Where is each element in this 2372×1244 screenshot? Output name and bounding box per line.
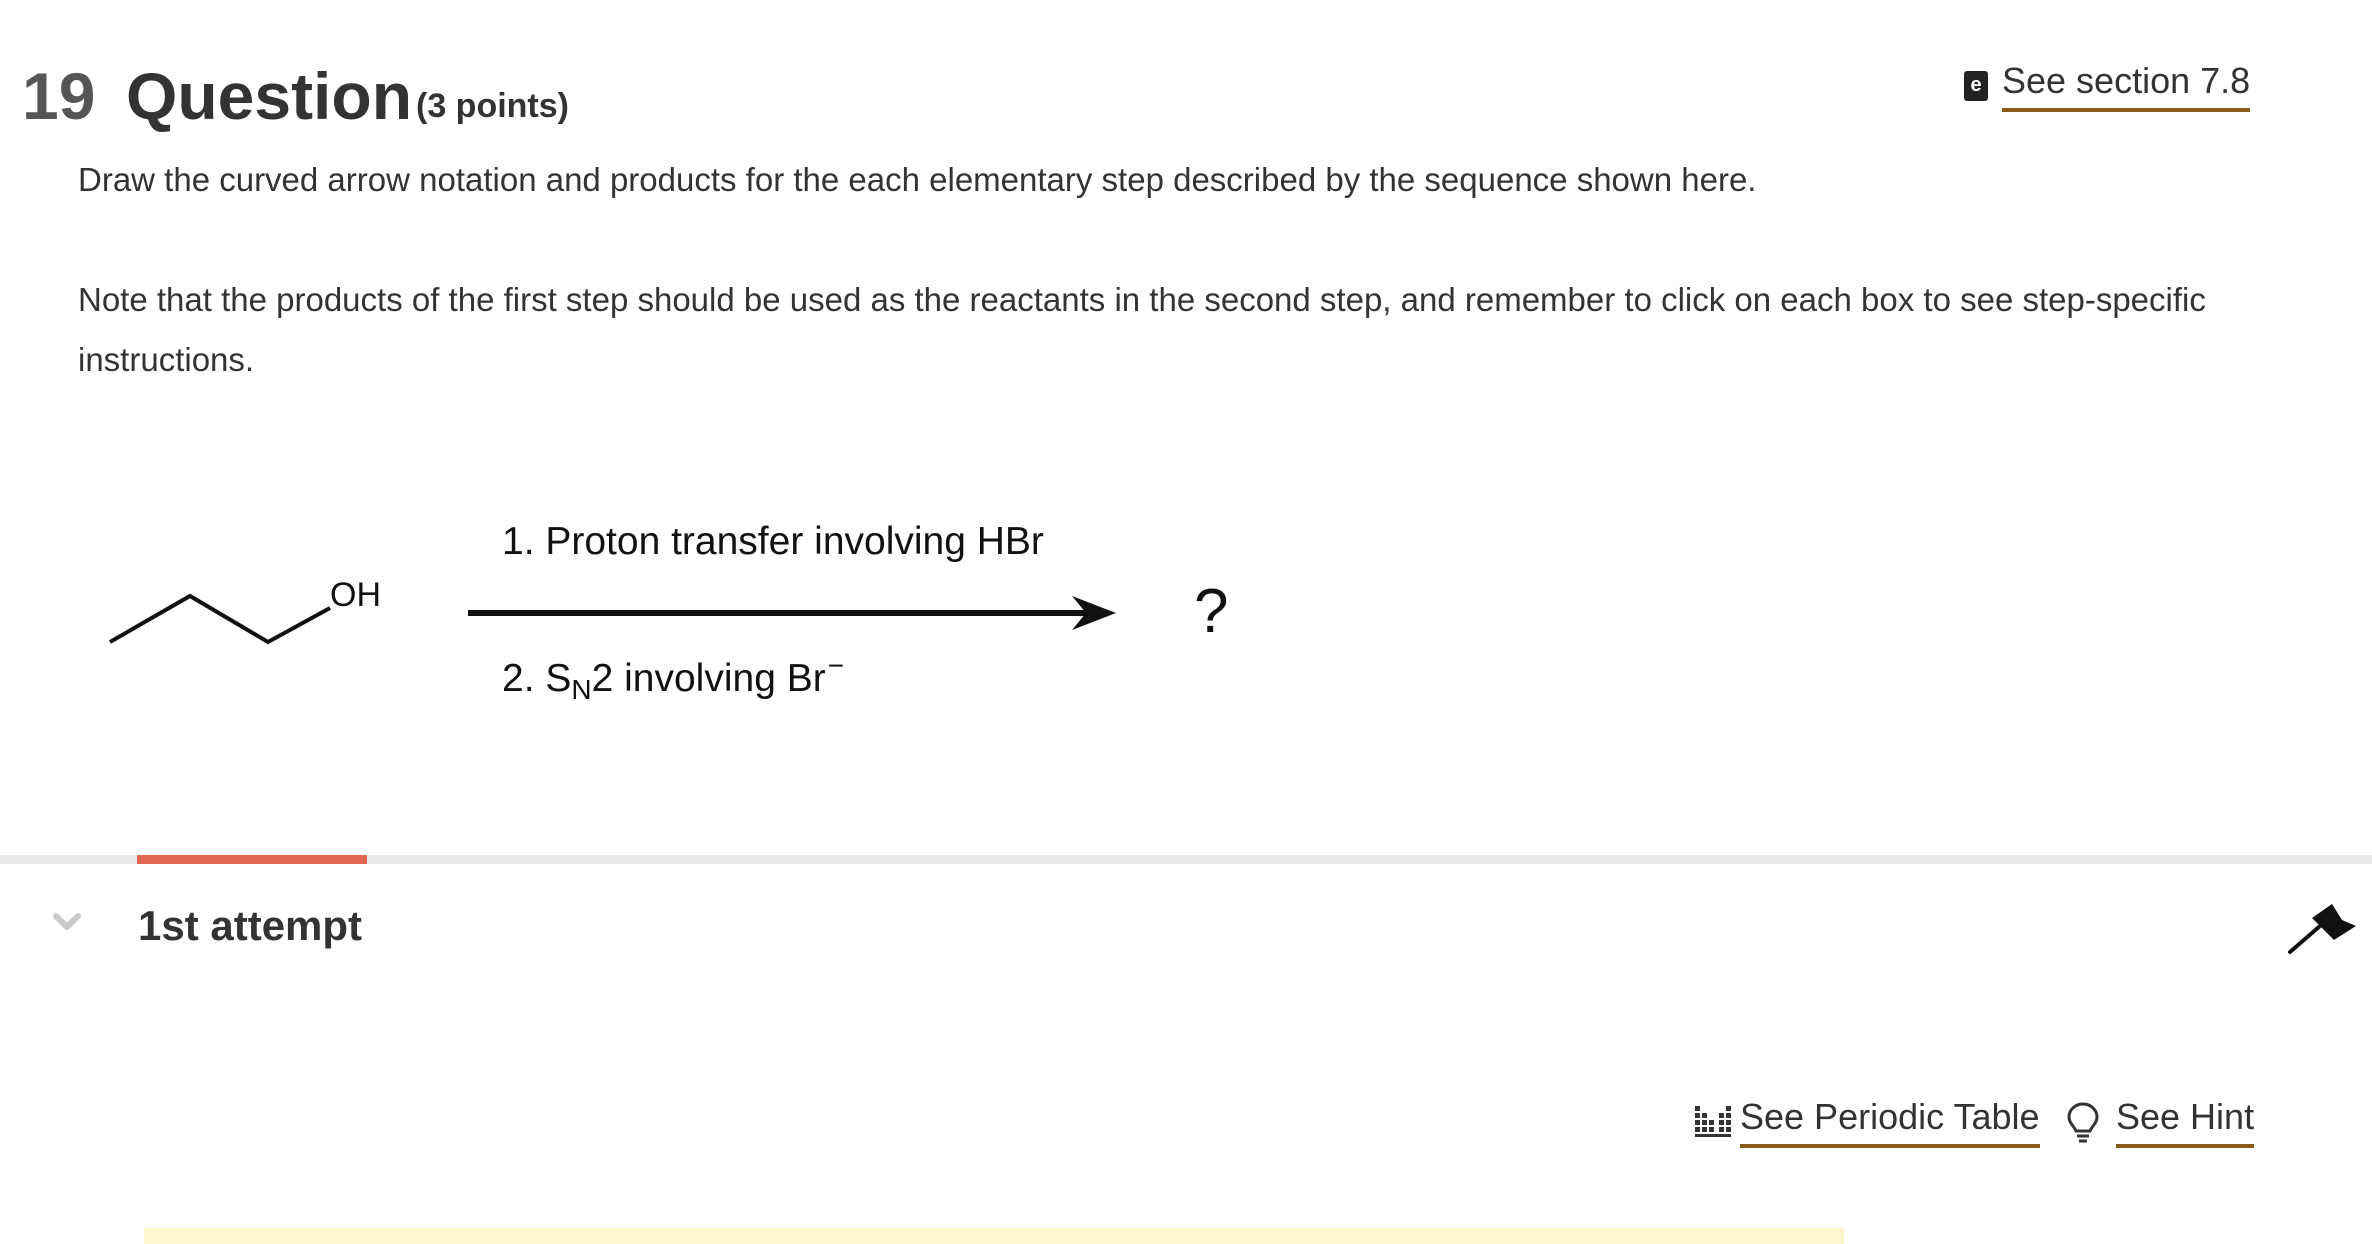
ebook-icon: e <box>1964 71 1988 101</box>
flag-icon[interactable] <box>2286 900 2358 956</box>
question-number: 19 <box>22 59 96 133</box>
lightbulb-icon <box>2067 1102 2099 1143</box>
question-points: (3 points) <box>416 87 569 125</box>
feedback-banner-edge <box>144 1228 1844 1244</box>
hydroxyl-label: OH <box>330 576 381 614</box>
step2-reagent: 2. SN2 involving Br− <box>502 650 845 705</box>
see-section-label: See section 7.8 <box>2002 60 2251 112</box>
question-note: Note that the products of the first step… <box>78 281 2206 378</box>
periodic-table-icon <box>1695 1106 1731 1137</box>
question-instruction: Draw the curved arrow notation and produ… <box>78 161 1757 198</box>
step1-reagent: 1. Proton transfer involving HBr <box>502 520 1044 563</box>
reactant-skeleton <box>109 593 331 645</box>
attempt-progress-bar <box>137 855 367 864</box>
attempt-label: 1st attempt <box>138 902 363 949</box>
see-hint-link[interactable]: See Hint <box>2066 1096 2255 1148</box>
see-hint-label: See Hint <box>2116 1096 2255 1148</box>
see-periodic-table-label: See Periodic Table <box>1740 1096 2040 1148</box>
chevron-down-icon[interactable] <box>52 906 82 936</box>
product-placeholder: ? <box>1194 577 1229 646</box>
see-periodic-table-link[interactable]: See Periodic Table <box>1694 1096 2040 1148</box>
question-title: Question <box>126 59 413 133</box>
see-section-link[interactable]: e See section 7.8 <box>1964 60 2251 112</box>
